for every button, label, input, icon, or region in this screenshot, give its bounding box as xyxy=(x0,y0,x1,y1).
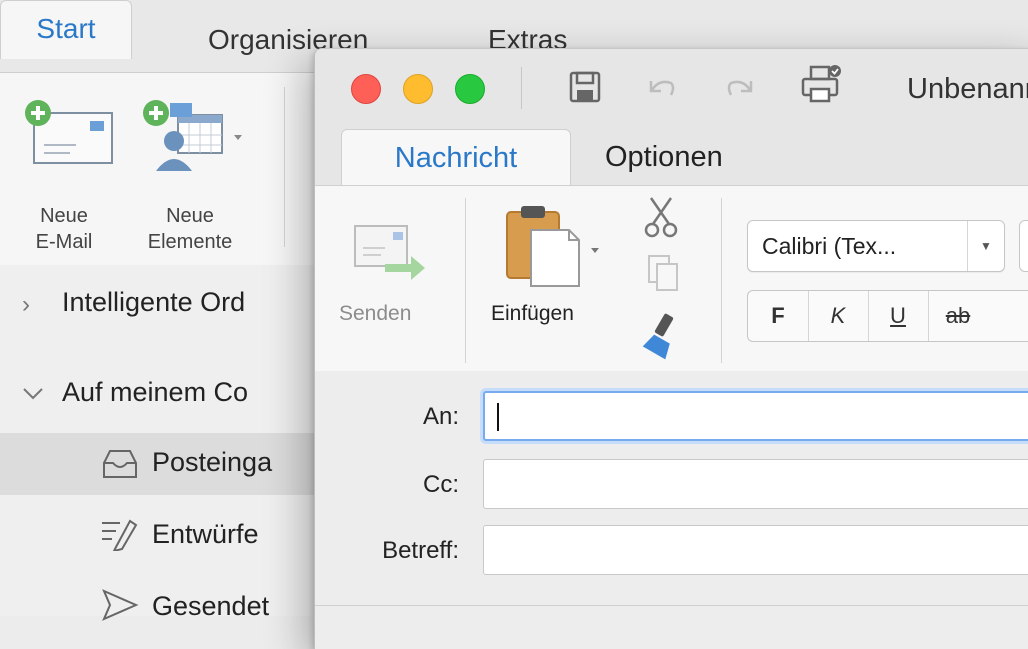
redo-icon[interactable] xyxy=(721,67,761,107)
compose-ribbon: Senden Einfügen Calibri (Tex... ▼ F K U … xyxy=(315,185,1028,372)
to-field[interactable] xyxy=(483,391,1028,441)
copy-icon[interactable] xyxy=(643,252,683,296)
compose-titlebar: Unbenannt xyxy=(315,49,1028,129)
new-items-label-line1: Neue xyxy=(166,205,214,227)
cc-label: Cc: xyxy=(423,471,459,498)
folder-group-label: Auf meinem Co xyxy=(62,377,249,407)
window-title: Unbenannt xyxy=(907,73,1028,105)
drafts-icon xyxy=(102,519,138,551)
titlebar-divider xyxy=(521,67,522,109)
maximize-window-button[interactable] xyxy=(455,74,485,104)
font-name-select[interactable]: Calibri (Tex... ▼ xyxy=(747,220,1005,272)
format-painter-icon[interactable] xyxy=(641,312,685,360)
print-icon[interactable] xyxy=(799,63,843,107)
ribbon-separator xyxy=(284,87,285,247)
ribbon-separator xyxy=(721,198,722,363)
new-email-label-line2: E-Mail xyxy=(35,231,93,253)
undo-icon[interactable] xyxy=(641,67,681,107)
chevron-down-icon: ▼ xyxy=(967,221,1004,271)
text-format-group: F K U ab xyxy=(747,290,1028,342)
strikethrough-button[interactable]: ab xyxy=(928,291,988,341)
subject-field[interactable] xyxy=(483,525,1028,575)
new-email-icon xyxy=(25,100,113,164)
cc-field[interactable] xyxy=(483,459,1028,509)
send-button[interactable]: Senden xyxy=(329,206,449,356)
new-items-label: Neue Elemente xyxy=(130,203,250,255)
new-email-button[interactable]: Neue E-Mail xyxy=(14,93,124,263)
chevron-right-icon: › xyxy=(22,291,30,318)
new-items-label-line2: Elemente xyxy=(147,231,233,253)
compose-header-fields: An: Cc: Betreff: xyxy=(315,371,1028,649)
paste-button[interactable]: Einfügen xyxy=(485,202,615,356)
subject-label: Betreff: xyxy=(382,537,459,564)
minimize-window-button[interactable] xyxy=(403,74,433,104)
tab-nachricht[interactable]: Nachricht xyxy=(341,129,571,186)
compose-window: Unbenannt Nachricht Optionen Senden xyxy=(314,48,1028,649)
italic-button[interactable]: K xyxy=(808,291,869,341)
clipboard-icon xyxy=(506,206,599,287)
folder-group-label: Intelligente Ord xyxy=(62,287,246,317)
paste-label: Einfügen xyxy=(491,302,574,325)
folder-label: Entwürfe xyxy=(152,519,259,549)
to-label: An: xyxy=(422,403,459,430)
new-email-label: Neue E-Mail xyxy=(14,203,114,255)
send-label: Senden xyxy=(339,302,412,325)
new-items-icon xyxy=(143,100,242,171)
ribbon-separator xyxy=(465,198,466,363)
text-caret xyxy=(497,403,499,431)
font-name-value: Calibri (Tex... xyxy=(762,233,897,259)
chevron-down-icon xyxy=(23,388,43,400)
save-icon[interactable] xyxy=(565,67,605,107)
new-items-button[interactable]: Neue Elemente xyxy=(130,93,260,263)
tab-optionen[interactable]: Optionen xyxy=(605,141,723,174)
fields-divider xyxy=(315,605,1028,606)
folder-label: Gesendet xyxy=(152,591,270,621)
new-email-label-line1: Neue xyxy=(40,205,88,227)
inbox-icon xyxy=(103,450,137,478)
tab-start[interactable]: Start xyxy=(0,0,132,59)
close-window-button[interactable] xyxy=(351,74,381,104)
folder-label: Posteinga xyxy=(152,447,273,477)
send-icon xyxy=(354,225,425,280)
bold-button[interactable]: F xyxy=(748,291,809,341)
underline-button[interactable]: U xyxy=(868,291,929,341)
scissors-icon[interactable] xyxy=(641,194,681,240)
font-size-select[interactable] xyxy=(1019,220,1028,272)
compose-ribbon-tabbar: Nachricht Optionen xyxy=(315,129,1028,186)
